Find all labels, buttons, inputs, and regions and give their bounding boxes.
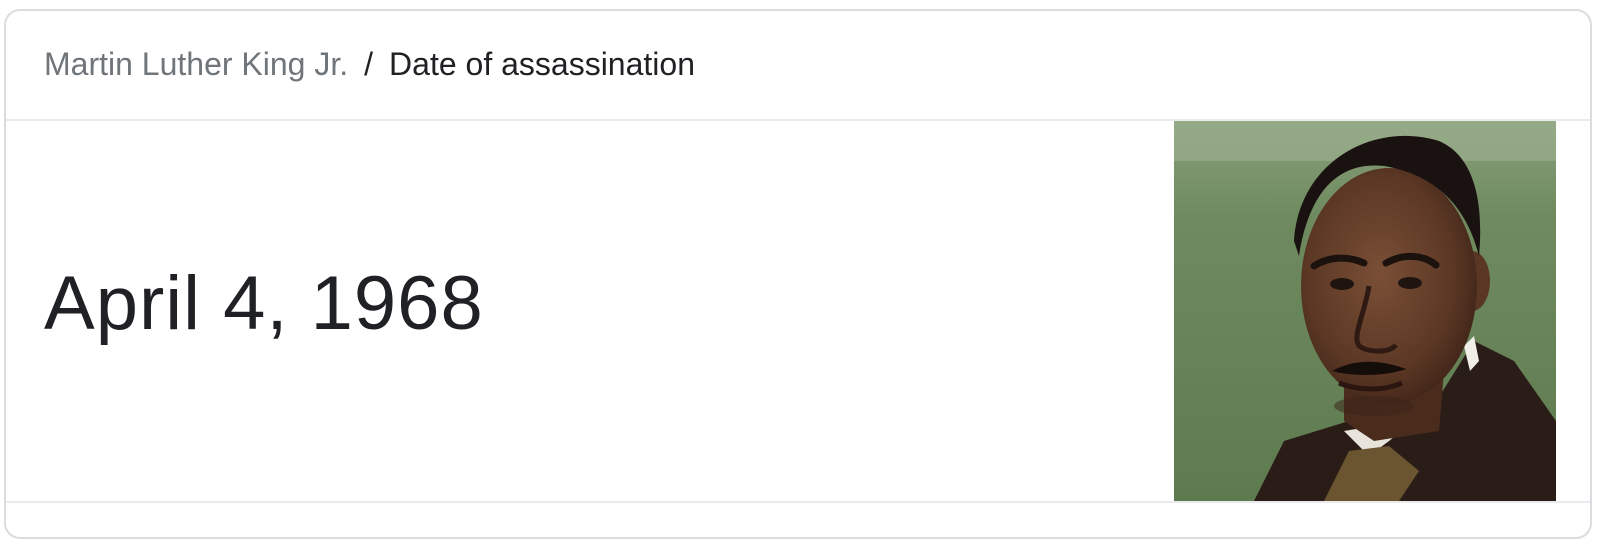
- answer-header: Martin Luther King Jr. / Date of assassina…: [6, 11, 1590, 121]
- knowledge-answer-card: Martin Luther King Jr. / Date of assassina…: [4, 9, 1592, 539]
- breadcrumb-entity-link[interactable]: Martin Luther King Jr.: [44, 46, 348, 82]
- breadcrumb: Martin Luther King Jr. / Date of assassina…: [44, 44, 695, 84]
- portrait-image: [1174, 121, 1556, 501]
- breadcrumb-attribute: Date of assassination: [389, 46, 695, 82]
- breadcrumb-separator: /: [364, 46, 374, 82]
- answer-value: April 4, 1968: [44, 261, 484, 346]
- entity-photo[interactable]: [1174, 121, 1556, 501]
- bottom-divider: [6, 501, 1590, 503]
